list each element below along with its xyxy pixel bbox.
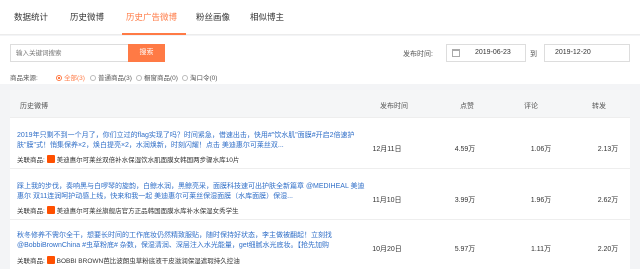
- weibo-text-link[interactable]: 踩上我的步伐，奏响黑与白啰琴的旋韵，白鲸水润，黑鲸亮采，面膜科技速可出护肤全新篇…: [17, 182, 365, 202]
- weibo-text-link[interactable]: 2019年只剩不到一个月了，你们立过的flag实现了吗？时间紧急，借速出击，快用…: [17, 131, 365, 151]
- tab-data-stats[interactable]: 数据统计: [14, 11, 48, 23]
- source-option-all[interactable]: 全部(3): [56, 72, 85, 82]
- post-date: 10月20日: [372, 246, 402, 253]
- table-row: 秋冬修养不需尔全干，想要长时间的工作底妆仍然精致服贴，随时保持好状态，李主做被翻…: [10, 221, 630, 269]
- comments-count: 1.06万: [530, 146, 552, 153]
- page: 数据统计 历史微博 历史广告微博 粉丝画像 相似博主 搜索 发布时间: 2019…: [0, 0, 640, 269]
- header-reposts: 转发: [592, 103, 606, 110]
- reposts-count: 2.13万: [597, 146, 619, 153]
- filter-panel: 搜索 发布时间: 2019-06-23 到 2019-12-20 商品来源: 全…: [0, 36, 640, 84]
- active-tab-underline: [122, 33, 186, 35]
- post-date: 11月10日: [372, 197, 402, 204]
- likes-count: 3.99万: [454, 197, 476, 204]
- radio-icon: [90, 75, 96, 81]
- start-date-field[interactable]: 2019-06-23: [446, 44, 526, 62]
- start-date-value: 2019-06-23: [475, 49, 511, 56]
- search-button[interactable]: 搜索: [128, 44, 165, 62]
- table-row: 踩上我的步伐，奏响黑与白啰琴的旋韵，白鲸水润，黑鲸亮采，面膜科技速可出护肤全新篇…: [10, 170, 630, 220]
- likes-count: 4.59万: [454, 146, 476, 153]
- header-comments: 评论: [524, 103, 538, 110]
- end-date-field[interactable]: 2019-12-20: [544, 44, 630, 62]
- tab-fans-profile[interactable]: 粉丝画像: [196, 11, 230, 23]
- comments-count: 1.11万: [530, 246, 552, 253]
- related-product-label: 关联商品:: [17, 258, 45, 265]
- likes-count: 5.97万: [454, 246, 476, 253]
- header-date: 发布时间: [380, 103, 408, 110]
- search-field[interactable]: [10, 44, 128, 62]
- calendar-icon: [452, 49, 460, 57]
- ad-weibo-table: 历史微博 发布时间 点赞 评论 转发 2019年只剩不到一个月了，你们立过的fl…: [10, 90, 630, 269]
- tab-bar: 数据统计 历史微博 历史广告微博 粉丝画像 相似博主: [0, 0, 640, 35]
- tmall-shop-icon: [46, 155, 55, 163]
- related-product: 关联商品: 美迪惠尔可莱丝双倍补水保湿饮水肌面膜女韩国两步骤水库10片: [17, 154, 239, 164]
- weibo-text-link[interactable]: 秋冬修养不需尔全干，想要长时间的工作底妆仍然精致服贴，随时保持好状态，李主做被翻…: [17, 231, 365, 251]
- radio-selected-icon: [56, 75, 62, 81]
- date-filter-label: 发布时间:: [403, 51, 433, 58]
- tab-history-weibo[interactable]: 历史微博: [70, 11, 104, 23]
- related-product-label: 关联商品:: [17, 157, 45, 164]
- reposts-count: 2.62万: [597, 197, 619, 204]
- header-likes: 点赞: [460, 103, 474, 110]
- table-row: 2019年只剩不到一个月了，你们立过的flag实现了吗？时间紧急，借速出击，快用…: [10, 119, 630, 169]
- source-option-normal[interactable]: 普通商品(3): [90, 72, 132, 82]
- post-date: 12月11日: [372, 146, 402, 153]
- tmall-shop-icon: [46, 256, 55, 264]
- radio-icon: [182, 75, 188, 81]
- table-header: 历史微博 发布时间 点赞 评论 转发: [10, 90, 630, 118]
- tmall-shop-icon: [46, 206, 55, 214]
- related-product-name[interactable]: 美迪惠尔可莱丝双倍补水保湿饮水肌面膜女韩国两步骤水库10片: [57, 157, 240, 164]
- date-range-separator: 到: [530, 51, 537, 58]
- header-content: 历史微博: [20, 103, 48, 110]
- related-product: 关联商品: BOBBI BROWN芭比波朗虫草粉底液干皮滋润保湿遮瑕持久控油: [17, 255, 240, 265]
- search-input[interactable]: [11, 45, 128, 61]
- tab-similar-bloggers[interactable]: 相似博主: [250, 11, 284, 23]
- comments-count: 1.96万: [530, 197, 552, 204]
- source-option-taokouling[interactable]: 淘口令(0): [182, 72, 217, 82]
- related-product-name[interactable]: 美迪惠尔可莱丝旗舰店官方正品韩国面膜水库补水保湿女秀学生: [57, 208, 239, 215]
- related-product-label: 关联商品:: [17, 208, 45, 215]
- source-filter-label: 商品来源:: [10, 75, 38, 82]
- related-product-name[interactable]: BOBBI BROWN芭比波朗虫草粉底液干皮滋润保湿遮瑕持久控油: [57, 258, 240, 265]
- radio-icon: [136, 75, 142, 81]
- tab-history-ad-weibo[interactable]: 历史广告微博: [126, 11, 177, 23]
- reposts-count: 2.20万: [597, 246, 619, 253]
- end-date-value: 2019-12-20: [555, 49, 591, 56]
- related-product: 关联商品: 美迪惠尔可莱丝旗舰店官方正品韩国面膜水库补水保湿女秀学生: [17, 205, 239, 215]
- source-filter-row: 商品来源: 全部(3) 普通商品(3) 橱窗商品(0) 淘口令(0): [10, 72, 217, 82]
- source-option-showcase[interactable]: 橱窗商品(0): [136, 72, 178, 82]
